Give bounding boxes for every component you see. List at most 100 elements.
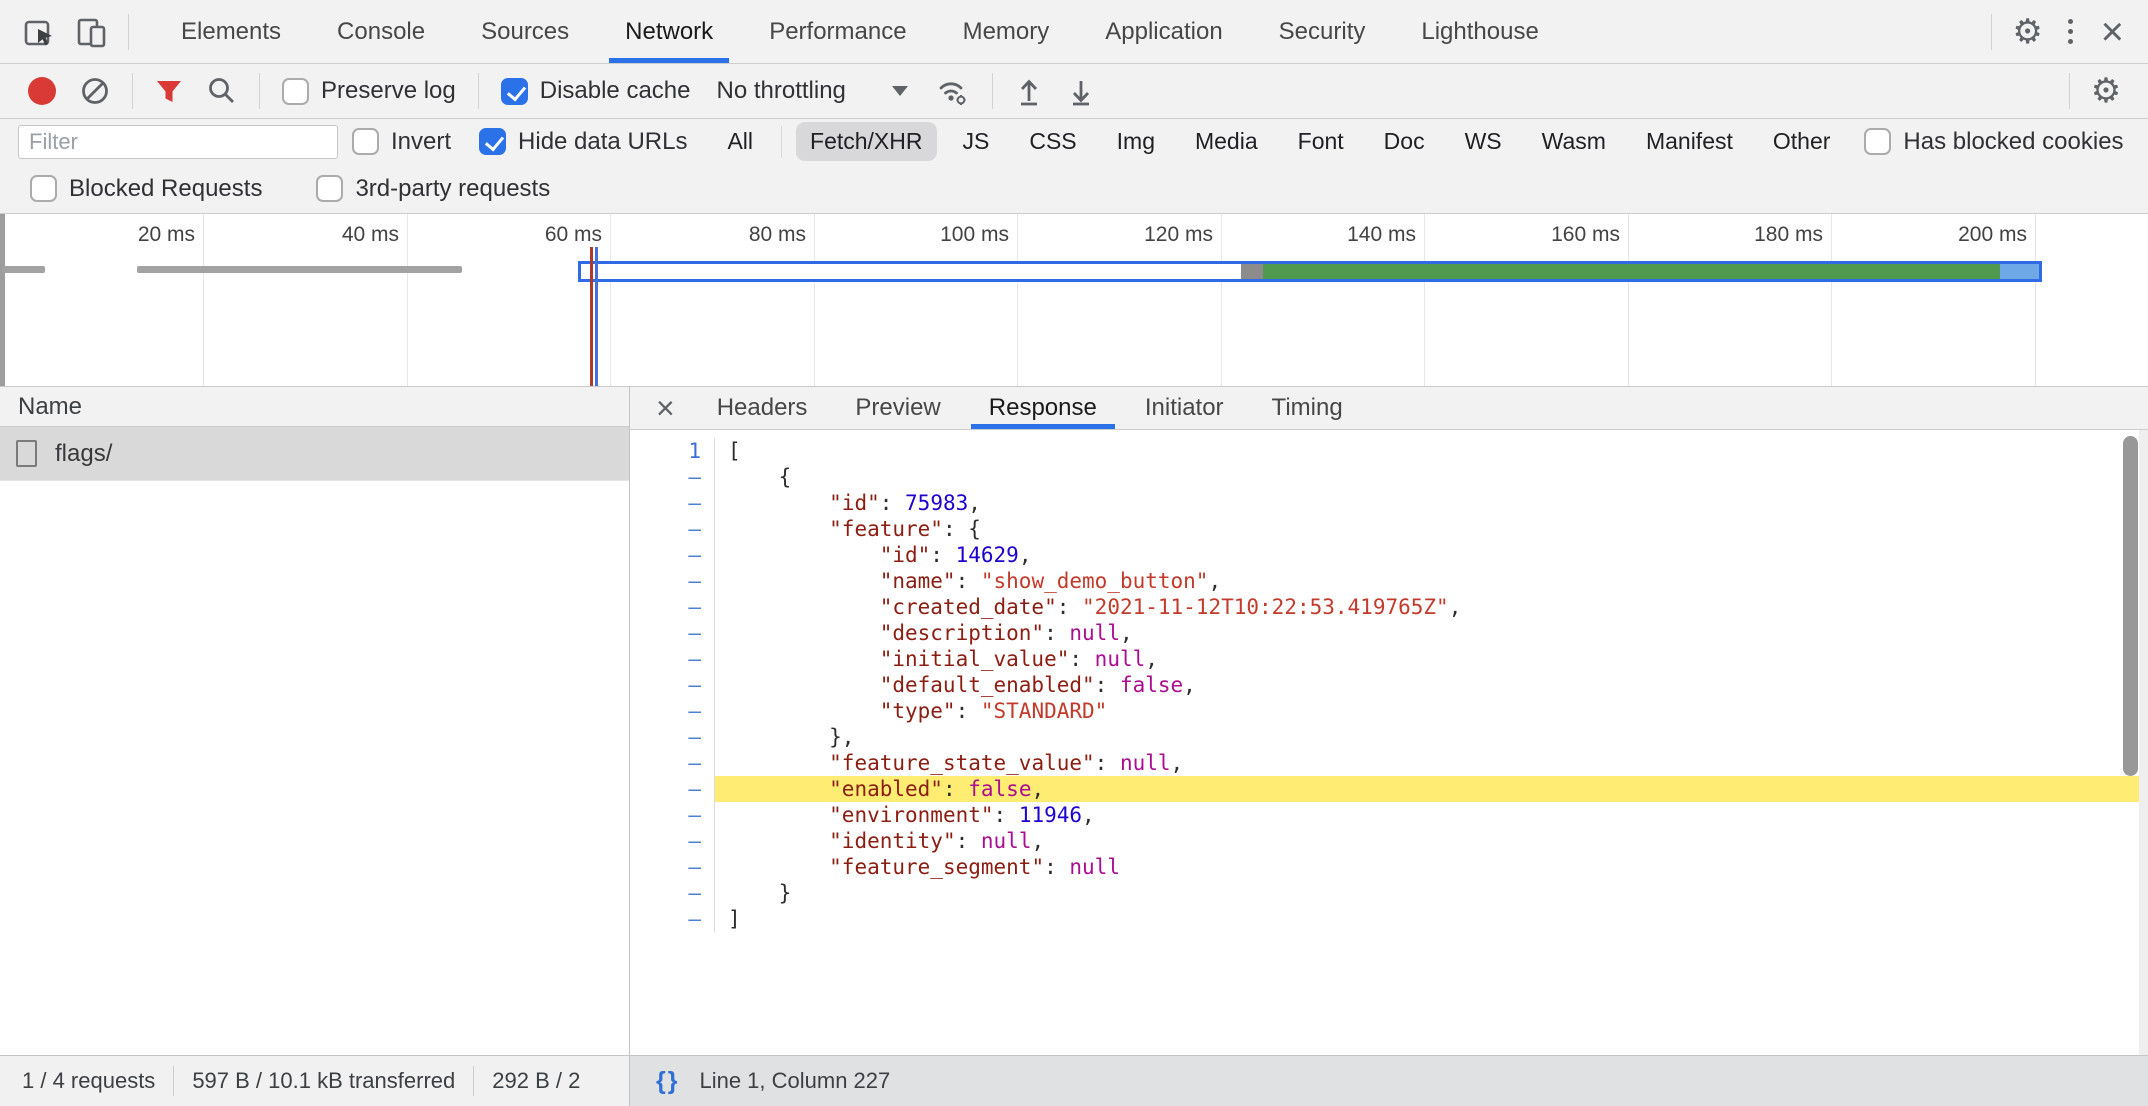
filter-type-wasm[interactable]: Wasm xyxy=(1528,122,1620,161)
detail-tab-label: Initiator xyxy=(1145,394,1224,422)
filter-input[interactable] xyxy=(18,125,338,159)
line-gutter: – xyxy=(630,776,715,802)
name-header-label: Name xyxy=(18,393,82,421)
filter-type-other[interactable]: Other xyxy=(1759,122,1845,161)
filter-type-media[interactable]: Media xyxy=(1181,122,1272,161)
code-line: – "type": "STANDARD" xyxy=(630,698,2148,724)
hide-data-urls-checkbox[interactable] xyxy=(479,128,506,155)
tab-memory[interactable]: Memory xyxy=(935,0,1078,63)
search-icon[interactable] xyxy=(206,75,238,107)
filter-funnel-icon[interactable] xyxy=(154,76,184,106)
requests-count: 1 / 4 requests xyxy=(22,1068,155,1094)
detail-tab-timing[interactable]: Timing xyxy=(1248,387,1367,429)
main-tabbar: Elements Console Sources Network Perform… xyxy=(0,0,2148,64)
waterfall-bar[interactable] xyxy=(137,266,462,273)
tab-sources[interactable]: Sources xyxy=(453,0,597,63)
filter-type-manifest[interactable]: Manifest xyxy=(1632,122,1747,161)
line-content: { xyxy=(715,464,2148,490)
detail-tabbar: × Headers Preview Response Initiator Tim… xyxy=(630,387,2148,430)
filter-type-js[interactable]: JS xyxy=(949,122,1004,161)
name-column-header[interactable]: Name xyxy=(0,387,629,427)
filter-type-fetch-xhr[interactable]: Fetch/XHR xyxy=(796,122,936,161)
detail-tab-headers[interactable]: Headers xyxy=(693,387,832,429)
close-devtools-icon[interactable]: × xyxy=(2087,12,2138,52)
overview-timeline[interactable]: 20 ms40 ms60 ms80 ms100 ms120 ms140 ms16… xyxy=(0,214,2148,387)
detail-tab-preview[interactable]: Preview xyxy=(831,387,964,429)
line-content: "default_enabled": false, xyxy=(715,672,2148,698)
timeline-tick-label: 100 ms xyxy=(809,223,1009,247)
tab-lighthouse[interactable]: Lighthouse xyxy=(1393,0,1566,63)
filter-type-font[interactable]: Font xyxy=(1284,122,1358,161)
record-network-log-button[interactable] xyxy=(28,77,56,105)
detail-tab-initiator[interactable]: Initiator xyxy=(1121,387,1248,429)
separator xyxy=(781,126,782,158)
tab-label: Lighthouse xyxy=(1421,18,1538,46)
line-content: "id": 75983, xyxy=(715,490,2148,516)
hide-data-urls-control[interactable]: Hide data URLs xyxy=(479,128,687,156)
code-line: – "enabled": false, xyxy=(630,776,2148,802)
code-line: – "default_enabled": false, xyxy=(630,672,2148,698)
separator xyxy=(473,1066,474,1096)
invert-control[interactable]: Invert xyxy=(352,128,451,156)
filter-type-all[interactable]: All xyxy=(713,122,767,161)
line-gutter: – xyxy=(630,828,715,854)
third-party-requests-checkbox[interactable] xyxy=(316,175,343,202)
waterfall-bar-selected[interactable] xyxy=(578,261,2042,282)
network-conditions-icon[interactable] xyxy=(933,74,971,108)
chevron-down-icon xyxy=(892,86,908,96)
tab-performance[interactable]: Performance xyxy=(741,0,934,63)
line-content: "feature": { xyxy=(715,516,2148,542)
pretty-print-icon[interactable]: {} xyxy=(656,1067,679,1096)
import-har-icon[interactable] xyxy=(1014,75,1044,107)
tab-label: Performance xyxy=(769,18,906,46)
code-line: – "id": 14629, xyxy=(630,542,2148,568)
disable-cache-control[interactable]: Disable cache xyxy=(501,77,691,105)
throttling-select[interactable]: No throttling xyxy=(716,77,907,105)
device-toolbar-icon[interactable] xyxy=(66,6,118,58)
separator xyxy=(992,73,993,109)
code-line: 1[ xyxy=(630,438,2148,464)
export-har-icon[interactable] xyxy=(1066,75,1096,107)
scrollbar-thumb[interactable] xyxy=(2123,436,2138,776)
tab-network[interactable]: Network xyxy=(597,0,741,63)
tab-security[interactable]: Security xyxy=(1251,0,1394,63)
clear-network-log-icon[interactable] xyxy=(79,75,111,107)
separator xyxy=(128,14,129,50)
line-content: "created_date": "2021-11-12T10:22:53.419… xyxy=(715,594,2148,620)
disable-cache-checkbox[interactable] xyxy=(501,78,528,105)
code-line: – "description": null, xyxy=(630,620,2148,646)
preserve-log-checkbox[interactable] xyxy=(282,78,309,105)
filter-type-img[interactable]: Img xyxy=(1103,122,1169,161)
third-party-requests-control[interactable]: 3rd-party requests xyxy=(316,175,550,203)
invert-checkbox[interactable] xyxy=(352,128,379,155)
tab-label: Network xyxy=(625,18,713,46)
preserve-log-control[interactable]: Preserve log xyxy=(282,77,456,105)
settings-gear-icon[interactable]: ⚙ xyxy=(2002,6,2054,58)
inspect-element-icon[interactable] xyxy=(14,6,66,58)
network-settings-controls: ⚙ xyxy=(2059,65,2132,117)
network-settings-gear-icon[interactable]: ⚙ xyxy=(2080,65,2132,117)
filter-type-css[interactable]: CSS xyxy=(1015,122,1090,161)
close-detail-icon[interactable]: × xyxy=(638,392,693,424)
tab-application[interactable]: Application xyxy=(1077,0,1250,63)
filter-type-doc[interactable]: Doc xyxy=(1370,122,1439,161)
blocked-requests-control[interactable]: Blocked Requests xyxy=(30,175,262,203)
line-content: ] xyxy=(715,906,2148,932)
scrollbar-track[interactable] xyxy=(2139,430,2148,1055)
main-split: Name flags/ × Headers Preview Response I… xyxy=(0,387,2148,1055)
network-toolbar: Preserve log Disable cache No throttling… xyxy=(0,64,2148,119)
has-blocked-cookies-checkbox[interactable] xyxy=(1864,128,1891,155)
requests-panel: Name flags/ xyxy=(0,387,630,1055)
more-options-icon[interactable] xyxy=(2054,19,2087,44)
has-blocked-cookies-control[interactable]: Has blocked cookies xyxy=(1864,128,2123,156)
filter-type-ws[interactable]: WS xyxy=(1451,122,1516,161)
waterfall-bar[interactable] xyxy=(2,266,45,273)
detail-tab-response[interactable]: Response xyxy=(965,387,1121,429)
blocked-requests-checkbox[interactable] xyxy=(30,175,57,202)
request-row-flags[interactable]: flags/ xyxy=(0,427,629,481)
code-line: – }, xyxy=(630,724,2148,750)
tab-elements[interactable]: Elements xyxy=(153,0,309,63)
tab-console[interactable]: Console xyxy=(309,0,453,63)
response-code[interactable]: 1[– {– "id": 75983,– "feature": {– "id":… xyxy=(630,430,2148,1055)
panel-tabs: Elements Console Sources Network Perform… xyxy=(153,0,1567,63)
